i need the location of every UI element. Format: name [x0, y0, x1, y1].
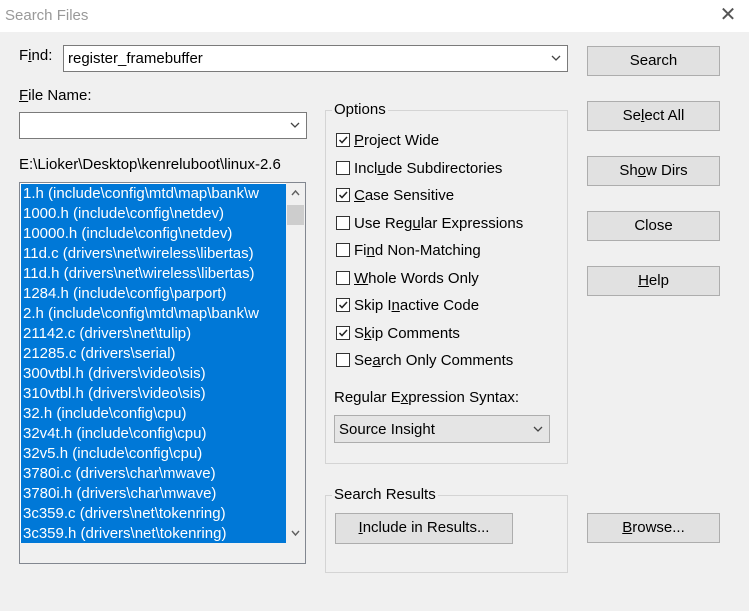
- list-item[interactable]: 21142.c (drivers\net\tulip): [21, 324, 286, 344]
- option-checkbox-row[interactable]: Include Subdirectories: [334, 160, 554, 178]
- list-item[interactable]: 1284.h (include\config\parport): [21, 284, 286, 304]
- option-checkbox-row[interactable]: Skip Comments: [334, 325, 554, 343]
- checkmark-icon: [338, 328, 348, 337]
- list-item[interactable]: 21285.c (drivers\serial): [21, 344, 286, 364]
- checkbox[interactable]: [336, 243, 350, 257]
- option-checkbox-row[interactable]: Case Sensitive: [334, 187, 554, 205]
- list-item[interactable]: 2.h (include\config\mtd\map\bank\w: [21, 304, 286, 324]
- chevron-down-icon[interactable]: [529, 417, 547, 439]
- regex-syntax-value: Source Insight: [339, 421, 435, 438]
- search-results-title: Search Results: [332, 486, 438, 503]
- window-title: Search Files: [5, 7, 89, 24]
- list-item[interactable]: 32.h (include\config\cpu): [21, 404, 286, 424]
- scroll-up-icon[interactable]: [286, 183, 305, 203]
- list-item[interactable]: 3780i.h (drivers\char\mwave): [21, 484, 286, 504]
- list-item[interactable]: 11d.h (drivers\net\wireless\libertas): [21, 264, 286, 284]
- option-label: Use Regular Expressions: [354, 214, 524, 232]
- list-item[interactable]: 32v4t.h (include\config\cpu): [21, 424, 286, 444]
- checkbox[interactable]: [336, 353, 350, 367]
- find-input-value[interactable]: register_framebuffer: [68, 50, 203, 67]
- select-all-button[interactable]: Select All: [587, 101, 720, 131]
- scroll-down-icon[interactable]: [286, 523, 305, 543]
- option-checkbox-row[interactable]: Skip Inactive Code: [334, 297, 554, 315]
- checkbox[interactable]: [336, 215, 350, 230]
- close-icon[interactable]: ✕: [716, 3, 740, 27]
- close-button[interactable]: Close: [587, 211, 720, 241]
- checkbox[interactable]: [336, 325, 350, 340]
- file-list[interactable]: 1.h (include\config\mtd\map\bank\w 1000.h…: [19, 182, 306, 564]
- option-label: Include Subdirectories: [354, 159, 503, 177]
- list-item[interactable]: 3780i.c (drivers\char\mwave): [21, 464, 286, 484]
- checkmark-icon: [338, 191, 348, 199]
- option-label: Skip Comments: [354, 324, 460, 342]
- vertical-scrollbar[interactable]: [286, 183, 305, 543]
- list-item[interactable]: 3c359.h (drivers\net\tokenring): [21, 524, 286, 544]
- option-checkbox-row[interactable]: Project Wide: [334, 132, 554, 150]
- list-item[interactable]: 1.h (include\config\mtd\map\bank\w: [21, 184, 286, 204]
- option-checkbox-row[interactable]: Search Only Comments: [334, 352, 554, 370]
- find-combobox[interactable]: register_framebuffer: [63, 45, 568, 72]
- option-label: Case Sensitive: [354, 187, 455, 204]
- checkmark-icon: [338, 301, 348, 309]
- chevron-down-icon[interactable]: [547, 47, 565, 69]
- checkbox[interactable]: [336, 270, 350, 285]
- file-name-label: File Name:: [19, 87, 92, 104]
- option-label: Search Only Comments: [354, 352, 514, 369]
- list-item[interactable]: 32v5.h (include\config\cpu): [21, 444, 286, 464]
- regex-syntax-select[interactable]: Source Insight: [334, 415, 550, 443]
- file-name-combobox[interactable]: [19, 112, 307, 139]
- list-item[interactable]: 1000.h (include\config\netdev): [21, 204, 286, 224]
- checkmark-icon: [338, 136, 348, 144]
- option-checkbox-row[interactable]: Whole Words Only: [334, 270, 554, 288]
- list-item[interactable]: 3c359.c (drivers\net\tokenring): [21, 504, 286, 524]
- list-item[interactable]: 300vtbl.h (drivers\video\sis): [21, 364, 286, 384]
- scroll-thumb[interactable]: [287, 205, 304, 225]
- checkbox[interactable]: [336, 133, 350, 147]
- list-item[interactable]: 310vtbl.h (drivers\video\sis): [21, 384, 286, 404]
- option-label: Find Non-Matching: [354, 242, 481, 259]
- option-checkbox-row[interactable]: Find Non-Matching: [334, 242, 554, 260]
- title-bar: [0, 0, 749, 32]
- current-path: E:\Lioker\Desktop\kenreluboot\linux-2.6: [19, 156, 281, 173]
- show-dirs-button[interactable]: Show Dirs: [587, 156, 720, 186]
- checkbox[interactable]: [336, 160, 350, 175]
- file-list-items[interactable]: 1.h (include\config\mtd\map\bank\w 1000.h…: [21, 184, 286, 544]
- browse-button[interactable]: Browse...: [587, 513, 720, 543]
- option-label: Whole Words Only: [354, 269, 479, 287]
- regex-syntax-label: Regular Expression Syntax:: [334, 389, 520, 406]
- include-in-results-button[interactable]: Include in Results...: [335, 513, 513, 544]
- checkbox[interactable]: [336, 188, 350, 202]
- search-button[interactable]: Search: [587, 46, 720, 76]
- option-checkbox-row[interactable]: Use Regular Expressions: [334, 215, 554, 233]
- checkbox[interactable]: [336, 298, 350, 312]
- help-button[interactable]: Help: [587, 266, 720, 296]
- horizontal-scrollbar[interactable]: [20, 543, 305, 563]
- chevron-down-icon[interactable]: [286, 114, 304, 136]
- list-item[interactable]: 11d.c (drivers\net\wireless\libertas): [21, 244, 286, 264]
- option-label: Skip Inactive Code: [354, 297, 480, 314]
- find-label: Find:: [19, 47, 53, 64]
- option-label: Project Wide: [354, 132, 440, 149]
- options-title: Options: [332, 101, 388, 118]
- list-item[interactable]: 10000.h (include\config\netdev): [21, 224, 286, 244]
